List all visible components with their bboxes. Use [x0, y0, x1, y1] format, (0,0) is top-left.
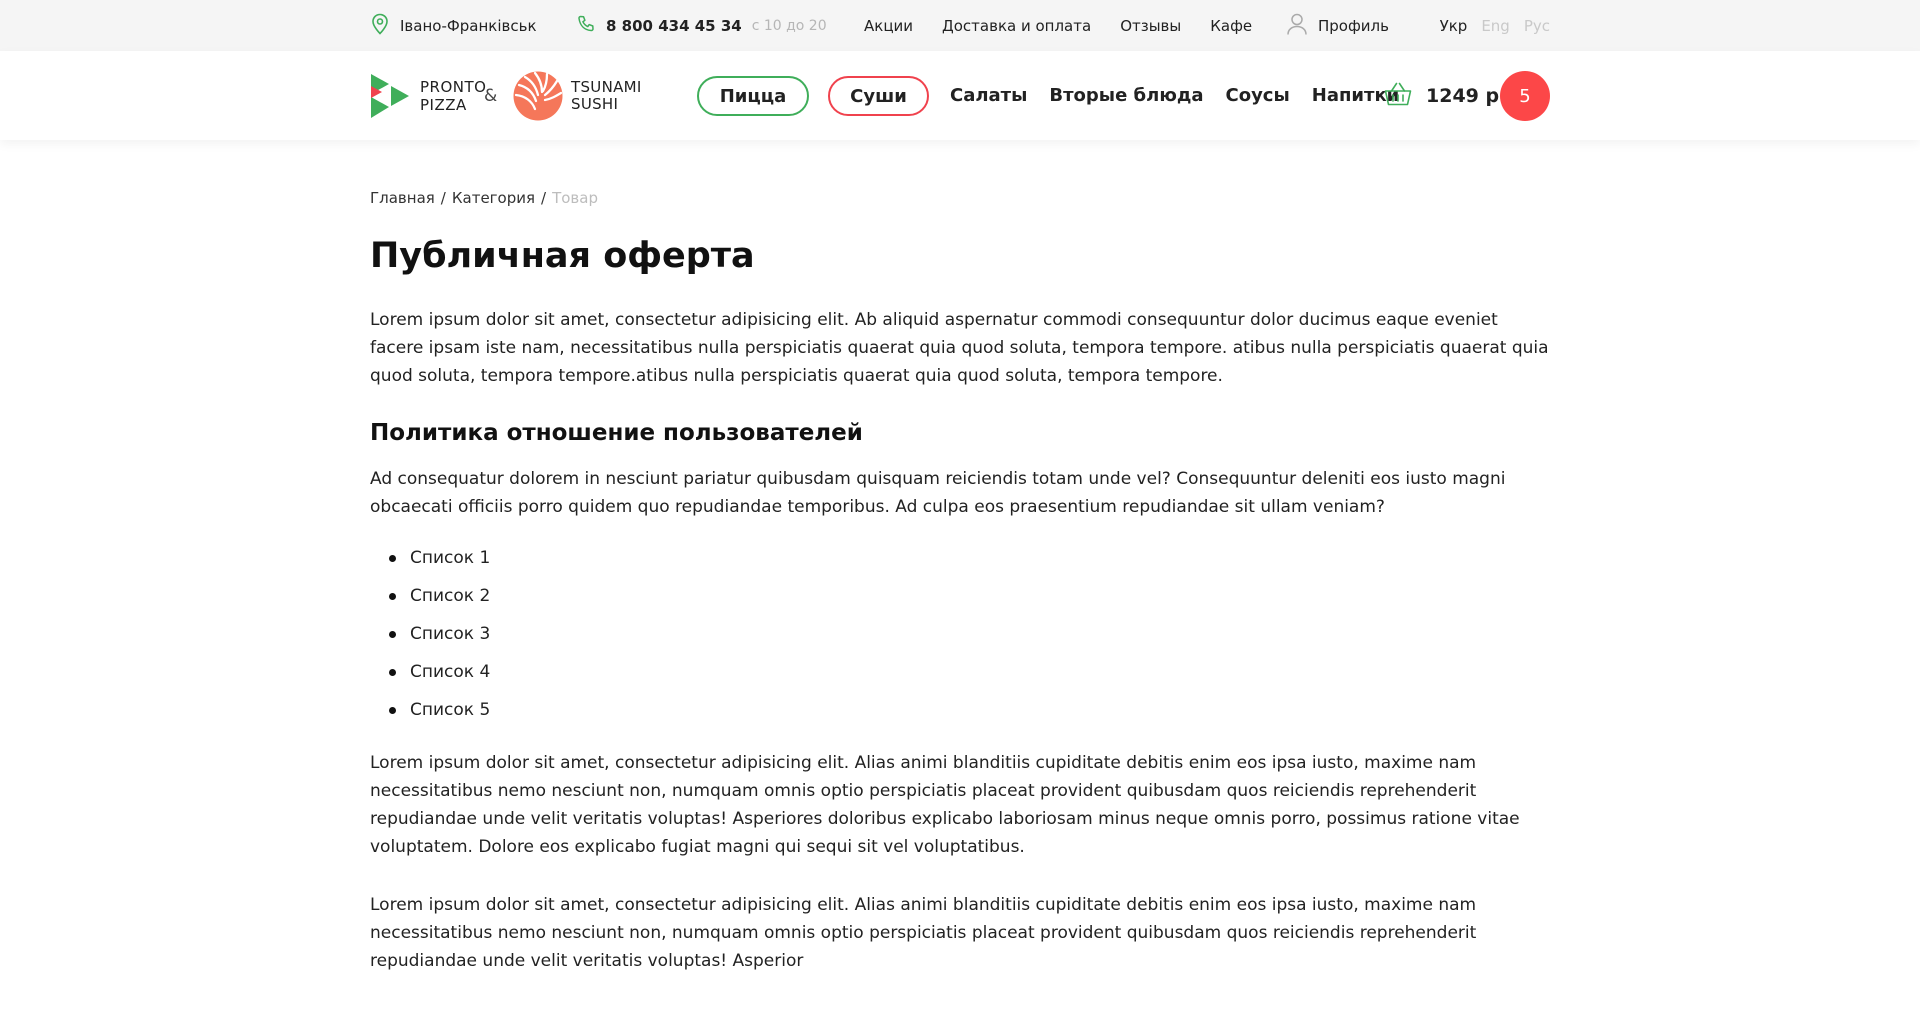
cart-count-badge[interactable]: 5	[1500, 71, 1550, 121]
tsunami-sushi-logo-mark	[513, 71, 563, 120]
logo-ampersand: &	[484, 85, 498, 106]
breadcrumb-category[interactable]: Категория	[452, 189, 535, 207]
top-nav-cafe[interactable]: Кафе	[1210, 17, 1252, 35]
top-bar: Івано-Франківськ 8 800 434 45 34 с 10 до…	[0, 0, 1920, 51]
list-item: Список 5	[370, 691, 1550, 729]
lang-rus[interactable]: Рус	[1524, 17, 1550, 35]
paragraph: Lorem ipsum dolor sit amet, consectetur …	[370, 895, 1477, 971]
category-pizza-button[interactable]: Пицца	[697, 76, 809, 116]
working-hours: с 10 до 20	[751, 17, 827, 34]
list-item: Список 1	[370, 539, 1550, 577]
category-sushi-button[interactable]: Суши	[828, 76, 929, 116]
phone-icon	[576, 14, 606, 38]
page-title: Публичная оферта	[370, 236, 755, 276]
breadcrumb-separator: /	[440, 189, 446, 207]
top-nav-promotions[interactable]: Акции	[864, 17, 913, 35]
category-sauces[interactable]: Соусы	[1226, 85, 1290, 106]
profile-label: Профиль	[1318, 16, 1389, 35]
main-content: Главная / Категория / Товар Публичная оф…	[370, 140, 1550, 975]
breadcrumb-current: Товар	[552, 189, 598, 207]
category-nav: Салаты Вторые блюда Соусы Напитки	[950, 51, 1421, 140]
pronto-pizza-logo[interactable]: PRONTO PIZZA	[370, 51, 486, 140]
phone-number[interactable]: 8 800 434 45 34	[606, 17, 742, 35]
lang-eng[interactable]: Eng	[1481, 17, 1510, 35]
cart-button[interactable]: 1249 р	[1384, 51, 1499, 140]
city-label: Івано-Франківськ	[400, 16, 537, 35]
top-nav: Акции Доставка и оплата Отзывы Кафе	[864, 0, 1281, 51]
bullet-list: Список 1 Список 2 Список 3 Список 4 Спис…	[370, 539, 1550, 729]
breadcrumb: Главная / Категория / Товар	[370, 188, 1550, 208]
pronto-pizza-wordmark: PRONTO PIZZA	[420, 77, 487, 114]
paragraph: Lorem ipsum dolor sit amet, consectetur …	[370, 753, 1520, 857]
location-pin-icon	[370, 13, 400, 39]
breadcrumb-separator: /	[541, 189, 547, 207]
paragraph: Ad consequatur dolorem in nesciunt paria…	[370, 469, 1506, 517]
breadcrumb-home[interactable]: Главная	[370, 189, 435, 207]
profile-link[interactable]: Профиль	[1286, 0, 1389, 51]
top-nav-delivery[interactable]: Доставка и оплата	[942, 17, 1091, 35]
basket-icon	[1384, 82, 1412, 110]
list-item: Список 2	[370, 577, 1550, 615]
lang-ukr[interactable]: Укр	[1440, 17, 1468, 35]
cart-total: 1249 р	[1426, 84, 1500, 107]
main-header: PRONTO PIZZA & TSUNAMI SUSHI Пицца Суши …	[0, 51, 1920, 140]
category-main-dishes[interactable]: Вторые блюда	[1049, 85, 1203, 106]
paragraph: Lorem ipsum dolor sit amet, consectetur …	[370, 310, 1549, 386]
city-selector[interactable]: Івано-Франківськ	[370, 0, 537, 51]
list-item: Список 3	[370, 615, 1550, 653]
language-switcher: Укр Eng Рус	[1426, 0, 1550, 51]
section-subtitle: Политика отношение пользователей	[370, 420, 863, 446]
tsunami-sushi-logo[interactable]: TSUNAMI SUSHI	[513, 51, 642, 140]
phone-block[interactable]: 8 800 434 45 34 с 10 до 20	[576, 0, 827, 51]
pronto-pizza-logo-mark	[371, 73, 409, 118]
list-item: Список 4	[370, 653, 1550, 691]
tsunami-sushi-wordmark: TSUNAMI SUSHI	[571, 77, 642, 113]
category-salads[interactable]: Салаты	[950, 85, 1027, 106]
user-icon	[1286, 12, 1318, 40]
top-nav-reviews[interactable]: Отзывы	[1120, 17, 1181, 35]
